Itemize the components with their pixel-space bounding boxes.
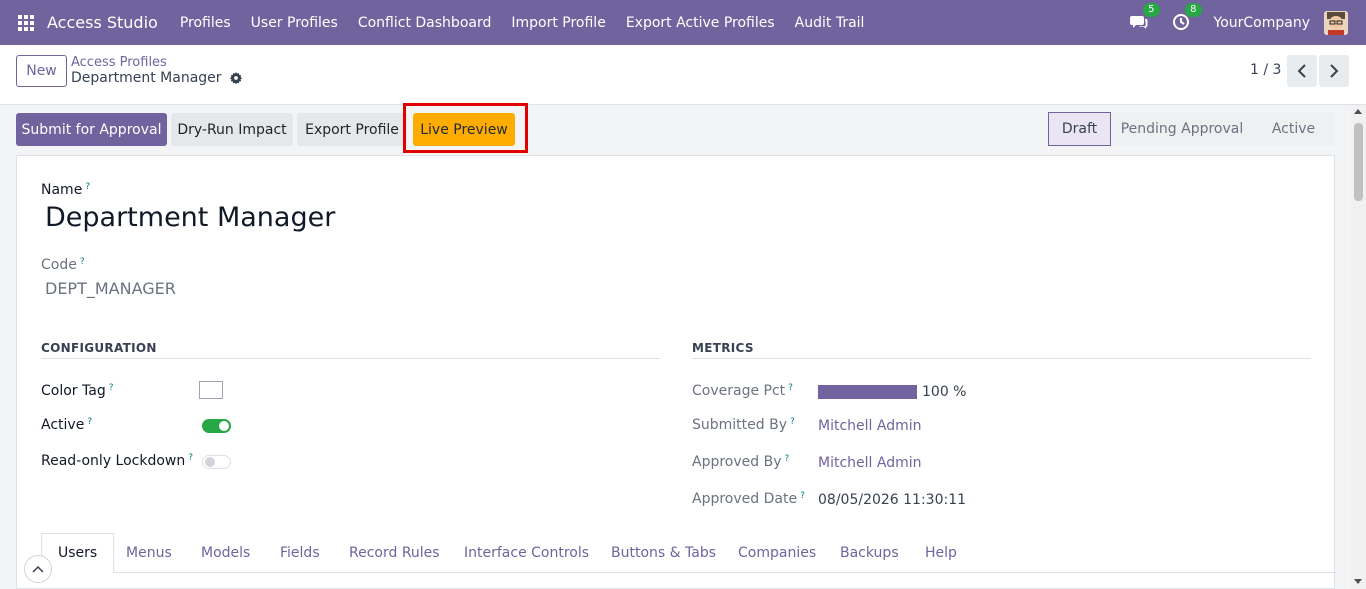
metrics-title: METRICS [692,341,754,355]
code-label: Code? [41,257,85,273]
menu-item-import-profile[interactable]: Import Profile [501,15,615,31]
app-title[interactable]: Access Studio [47,13,158,32]
coverage-pct-label: Coverage Pct? [692,383,793,399]
active-label: Active? [41,417,93,433]
menu-item-audit-trail[interactable]: Audit Trail [785,15,875,31]
configuration-divider [41,358,660,359]
color-tag-picker[interactable] [199,381,223,399]
help-icon[interactable]: ? [87,417,92,427]
approved-date-value: 08/05/2026 11:30:11 [818,492,967,508]
menu-item-profiles[interactable]: Profiles [170,15,241,31]
coverage-progress-bar [818,385,917,399]
name-field[interactable]: Department Manager [45,202,335,233]
help-icon[interactable]: ? [785,454,790,464]
control-panel: New Access Profiles Department Manager 1… [0,45,1366,105]
pager-previous-button[interactable] [1287,55,1317,87]
configuration-title: CONFIGURATION [41,341,157,355]
company-switcher[interactable]: YourCompany [1214,15,1311,31]
help-icon[interactable]: ? [109,383,114,393]
scroll-to-top-button[interactable] [24,555,52,583]
approved-by-value[interactable]: Mitchell Admin [818,455,922,471]
activity-badge: 8 [1185,2,1202,17]
apps-grid-icon[interactable] [18,14,34,31]
approved-by-label: Approved By? [692,454,790,470]
tab-backups[interactable]: Backups [840,533,899,573]
submitted-by-label: Submitted By? [692,417,795,433]
chevron-right-icon [1330,64,1339,78]
help-icon[interactable]: ? [188,453,193,463]
breadcrumb-current-label: Department Manager [71,70,222,86]
name-label: Name? [41,182,91,198]
approved-date-label: Approved Date? [692,491,805,507]
breadcrumb-parent[interactable]: Access Profiles [71,55,167,70]
dry-run-impact-button[interactable]: Dry-Run Impact [171,113,293,146]
export-profile-button[interactable]: Export Profile [297,113,407,146]
breadcrumb-current: Department Manager [71,70,242,86]
new-button[interactable]: New [16,55,67,87]
navbar-systray: 5 8 YourCompany [1129,0,1366,45]
status-draft[interactable]: Draft [1048,112,1111,146]
submitted-by-value[interactable]: Mitchell Admin [818,418,922,434]
scroll-up-arrow-icon[interactable] [1354,109,1362,114]
main-menu: Profiles User Profiles Conflict Dashboar… [170,15,875,31]
code-field[interactable]: DEPT_MANAGER [45,279,176,298]
chevron-left-icon [1297,64,1306,78]
messages-badge: 5 [1143,2,1160,17]
tab-fields[interactable]: Fields [280,533,320,573]
color-tag-label: Color Tag? [41,383,114,399]
tab-menus[interactable]: Menus [126,533,172,573]
gear-icon[interactable] [229,72,242,84]
scrollbar-thumb[interactable] [1354,123,1363,201]
tab-help[interactable]: Help [925,533,957,573]
menu-item-export-active-profiles[interactable]: Export Active Profiles [616,15,785,31]
page-scrollbar[interactable] [1351,105,1366,589]
help-icon[interactable]: ? [85,182,90,192]
coverage-pct-value: 100 % [922,384,967,400]
help-icon[interactable]: ? [790,417,795,427]
scroll-down-arrow-icon[interactable] [1354,579,1362,584]
submit-for-approval-button[interactable]: Submit for Approval [16,113,167,146]
help-icon[interactable]: ? [788,383,793,393]
top-navbar: Access Studio Profiles User Profiles Con… [0,0,1366,45]
status-pending-approval[interactable]: Pending Approval [1111,112,1253,146]
help-icon[interactable]: ? [800,491,805,501]
tab-interface-controls[interactable]: Interface Controls [464,533,589,573]
metrics-divider [692,358,1311,359]
readonly-lockdown-label: Read-only Lockdown? [41,453,194,469]
form-sheet: Name? Department Manager Code? DEPT_MANA… [16,155,1336,589]
notebook-tabs: Users Menus Models Fields Record Rules I… [41,533,1336,573]
active-toggle[interactable] [202,419,231,433]
menu-item-conflict-dashboard[interactable]: Conflict Dashboard [348,15,502,31]
menu-item-user-profiles[interactable]: User Profiles [241,15,348,31]
clock-icon[interactable]: 8 [1172,2,1202,33]
pager-next-button[interactable] [1319,55,1349,87]
avatar[interactable] [1324,10,1348,35]
help-icon[interactable]: ? [80,257,85,267]
tab-record-rules[interactable]: Record Rules [349,533,440,573]
chevron-up-icon [32,565,44,573]
readonly-lockdown-toggle[interactable] [202,455,231,469]
tab-companies[interactable]: Companies [738,533,816,573]
status-active[interactable]: Active [1253,112,1334,146]
live-preview-button[interactable]: Live Preview [413,113,515,146]
tab-buttons-tabs[interactable]: Buttons & Tabs [611,533,716,573]
tab-models[interactable]: Models [201,533,250,573]
pager-value[interactable]: 1 / 3 [1250,62,1281,78]
tab-users[interactable]: Users [41,533,115,573]
chat-icon[interactable]: 5 [1129,2,1160,33]
